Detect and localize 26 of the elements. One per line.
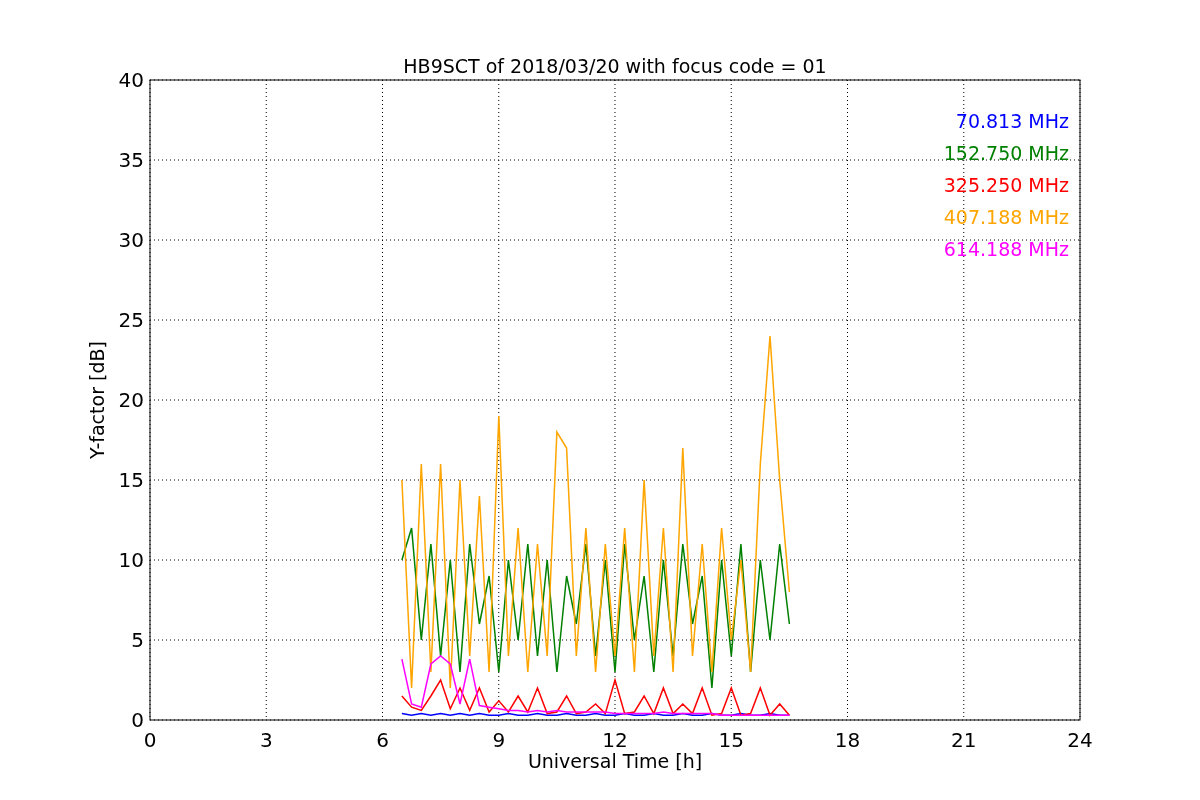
- legend-label: 614.188 MHz: [943, 238, 1069, 260]
- axis-label: Universal Time [h]: [527, 750, 703, 772]
- tick-label: 21: [951, 728, 977, 752]
- tick-label: 40: [118, 68, 144, 92]
- legend-label: 152.750 MHz: [943, 142, 1069, 164]
- tick-label: 15: [718, 728, 744, 752]
- tick-label: 5: [131, 628, 144, 652]
- tick-label: 0: [131, 708, 144, 732]
- tick-label: 24: [1067, 728, 1093, 752]
- tick-label: 35: [118, 148, 144, 172]
- tick-label: 12: [602, 728, 628, 752]
- tick-label: 0: [143, 728, 157, 752]
- legend-label: 325.250 MHz: [943, 174, 1069, 196]
- legend-label: 407.188 MHz: [943, 206, 1069, 228]
- tick-label: 9: [492, 728, 506, 752]
- tick-label: 10: [118, 548, 144, 572]
- legend-label: 70.813 MHz: [955, 110, 1069, 132]
- tick-label: 20: [118, 388, 144, 412]
- tick-label: 15: [118, 468, 144, 492]
- tick-label: 3: [259, 728, 273, 752]
- tick-label: 30: [118, 228, 144, 252]
- tick-label: 25: [118, 308, 144, 332]
- chart-title: HB9SCT of 2018/03/20 with focus code = 01: [403, 55, 827, 77]
- tick-label: 6: [376, 728, 389, 752]
- tick-label: 18: [834, 728, 861, 752]
- axis-label: Y-factor [dB]: [86, 341, 108, 459]
